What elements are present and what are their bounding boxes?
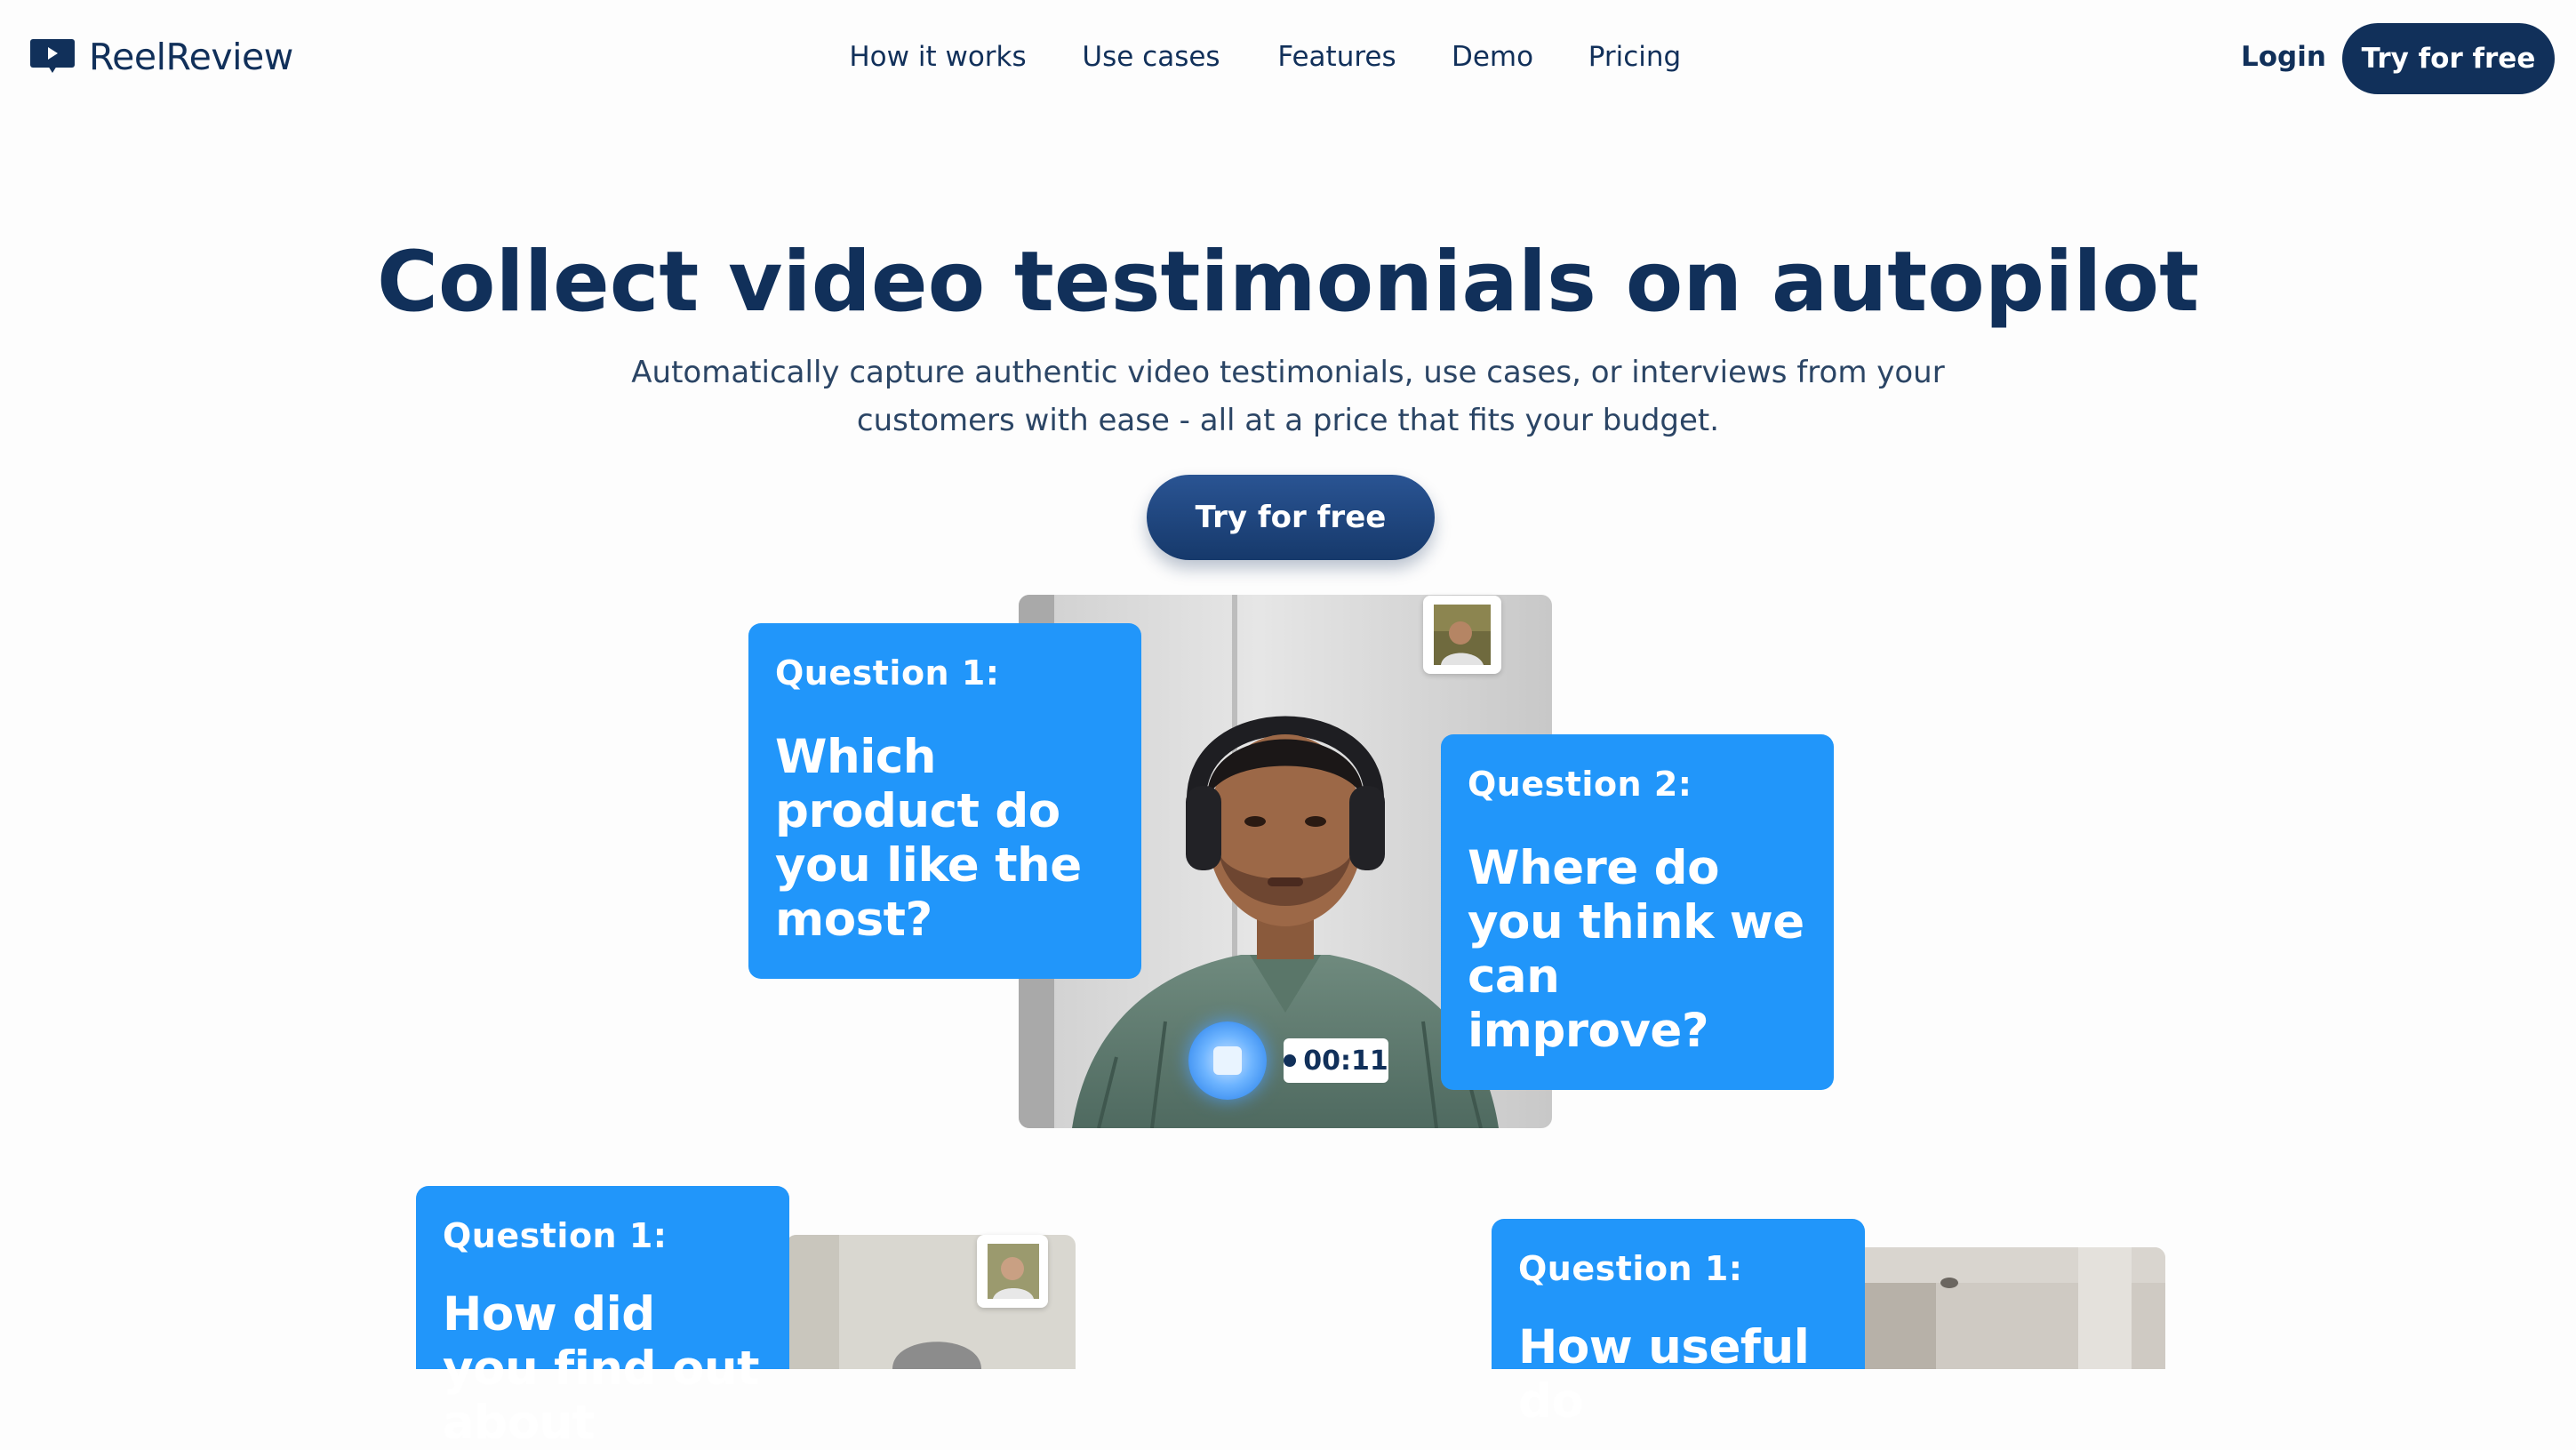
stop-icon — [1213, 1046, 1242, 1075]
recording-dot-icon — [1284, 1054, 1297, 1067]
question-card-1: Question 1: Which product do you like th… — [748, 623, 1141, 979]
avatar — [1423, 596, 1501, 674]
question-text: Where do you think we can improve? — [1468, 841, 1804, 1058]
nav-features[interactable]: Features — [1277, 41, 1396, 73]
right-testimonial-video[interactable] — [1856, 1247, 2165, 1369]
question-label: Question 1: — [775, 653, 1000, 693]
right-video-frame — [1856, 1247, 2165, 1369]
nav-demo[interactable]: Demo — [1452, 41, 1533, 73]
login-link[interactable]: Login — [2241, 41, 2326, 73]
video-play-icon — [30, 39, 75, 73]
recording-timer: 00:11 — [1284, 1038, 1388, 1083]
question-card-2: Question 2: Where do you think we can im… — [1441, 734, 1834, 1090]
brand-logo[interactable]: ReelReview — [30, 36, 293, 78]
header-try-free-button[interactable]: Try for free — [2342, 23, 2555, 94]
question-text: Which product do you like the most? — [775, 730, 1082, 947]
timer-value: 00:11 — [1303, 1045, 1388, 1077]
hero-subtitle: Automatically capture authentic video te… — [631, 355, 1945, 438]
question-label: Question 2: — [1468, 765, 1692, 804]
question-card-left: Question 1: How did you find out about — [416, 1186, 789, 1450]
nav-use-cases[interactable]: Use cases — [1082, 41, 1220, 73]
question-card-right: Question 1: How useful do — [1492, 1219, 1865, 1429]
hero-try-free-button[interactable]: Try for free — [1147, 475, 1435, 560]
stop-recording-button[interactable] — [1188, 1021, 1267, 1100]
avatar — [977, 1235, 1048, 1308]
question-label: Question 1: — [443, 1216, 668, 1255]
question-text: How useful do — [1518, 1320, 1810, 1429]
nav-how-it-works[interactable]: How it works — [849, 41, 1026, 73]
hero-title: Collect video testimonials on autopilot — [376, 234, 2200, 331]
user-avatar-photo — [1434, 605, 1491, 665]
user-avatar-photo — [988, 1244, 1039, 1299]
question-label: Question 1: — [1518, 1249, 1743, 1288]
brand-name: ReelReview — [89, 36, 293, 78]
nav-pricing[interactable]: Pricing — [1588, 41, 1682, 73]
